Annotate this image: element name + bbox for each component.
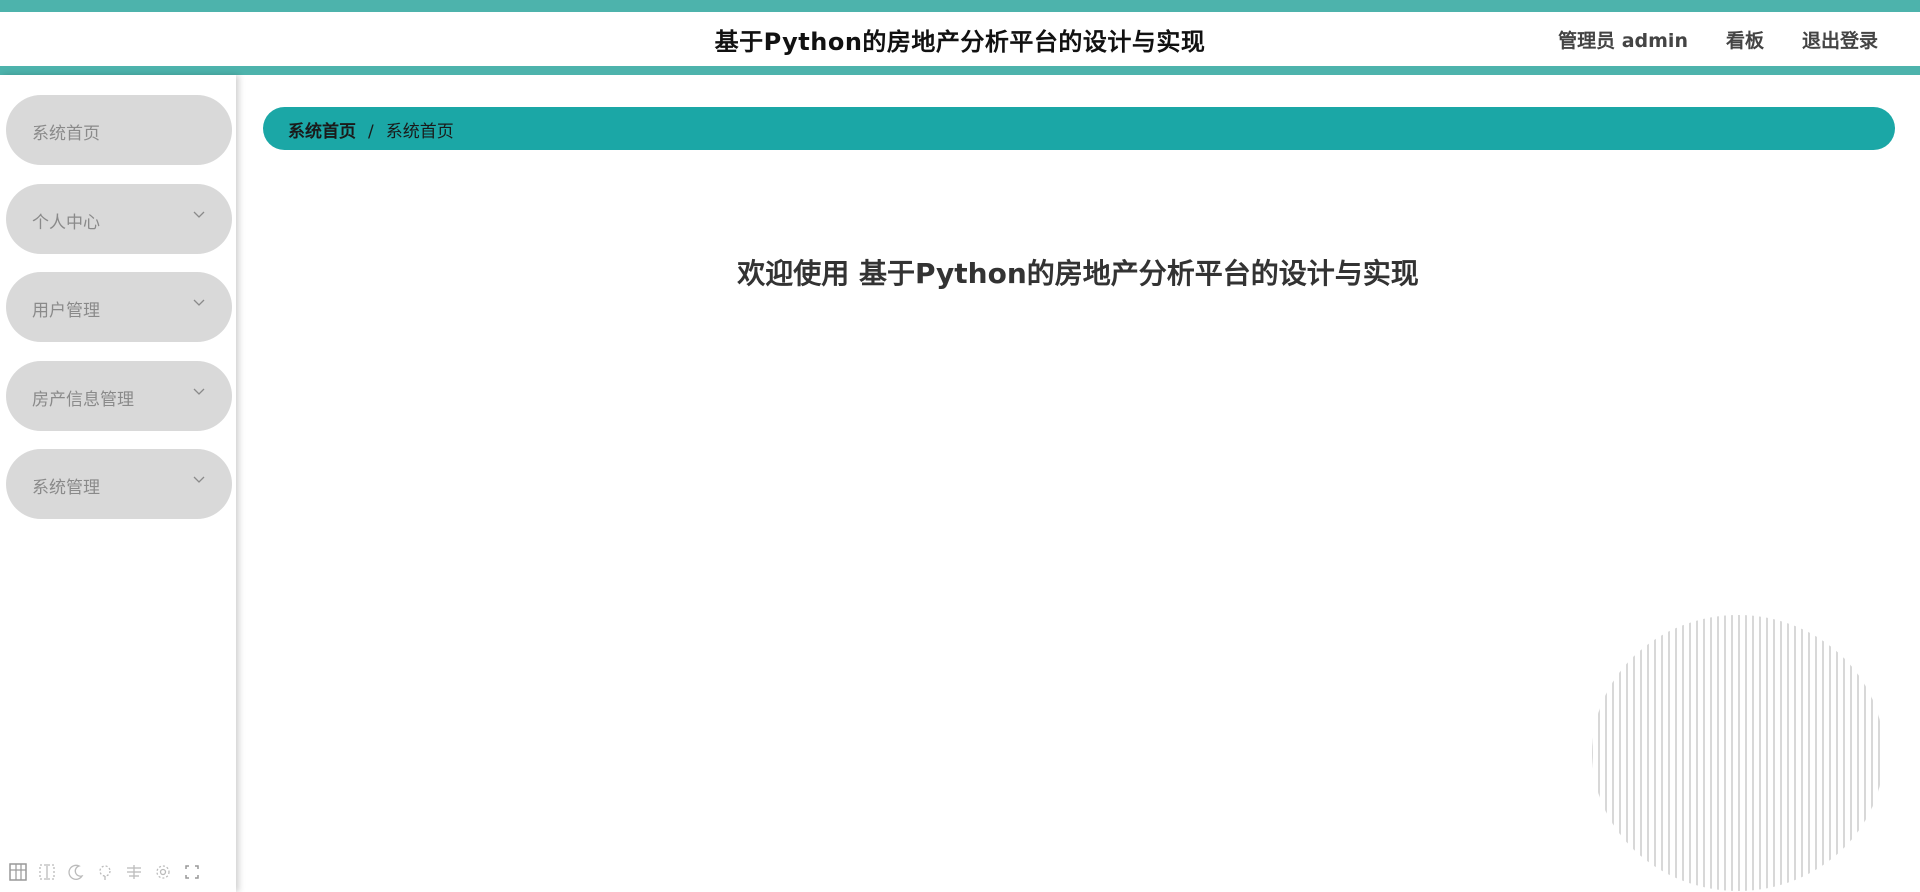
grid-icon[interactable] [8,862,28,882]
sidebar-item-system-management[interactable]: 系统管理 [6,449,232,519]
chevron-down-icon [193,476,205,483]
sidebar-item-label: 系统管理 [32,478,100,498]
chevron-down-icon [193,388,205,395]
sidebar: 系统首页 个人中心 用户管理 房产信息管理 系统管理 [0,75,236,892]
breadcrumb-bar: 系统首页 / 系统首页 [263,107,1895,150]
header-accent-stripe [0,66,1920,75]
expand-icon[interactable] [182,862,202,882]
sidebar-item-label: 系统首页 [32,124,100,144]
logout-link[interactable]: 退出登录 [1802,26,1878,53]
chevron-down-icon [193,299,205,306]
sidebar-item-property-management[interactable]: 房产信息管理 [6,361,232,431]
sidebar-item-home[interactable]: 系统首页 [6,95,232,165]
user-label[interactable]: 管理员 admin [1558,26,1688,53]
header-actions: 管理员 admin 看板 退出登录 [1558,26,1878,53]
moon-icon[interactable] [66,862,86,882]
chinese-mode-icon[interactable] [37,862,57,882]
sidebar-item-label: 用户管理 [32,301,100,321]
sidebar-item-label: 房产信息管理 [32,390,134,410]
ime-toolbar [8,862,202,882]
header: 基于Python的房地产分析平台的设计与实现 管理员 admin 看板 退出登录 [0,12,1920,66]
sidebar-item-user-management[interactable]: 用户管理 [6,272,232,342]
punctuation-icon[interactable] [95,862,115,882]
welcome-heading: 欢迎使用 基于Python的房地产分析平台的设计与实现 [737,257,1419,290]
settings-icon[interactable] [153,862,173,882]
chevron-down-icon [193,211,205,218]
breadcrumb-current: 系统首页 [385,122,454,142]
top-accent-stripe [0,0,1920,12]
keyboard-icon[interactable] [124,862,144,882]
sidebar-item-personal-center[interactable]: 个人中心 [6,184,232,254]
sidebar-item-label: 个人中心 [32,213,100,233]
decorative-striped-circle [1592,615,1880,891]
breadcrumb: 系统首页 / 系统首页 [288,117,454,142]
dashboard-link[interactable]: 看板 [1726,26,1764,53]
breadcrumb-home-link[interactable]: 系统首页 [288,122,356,142]
breadcrumb-separator: / [368,122,374,142]
